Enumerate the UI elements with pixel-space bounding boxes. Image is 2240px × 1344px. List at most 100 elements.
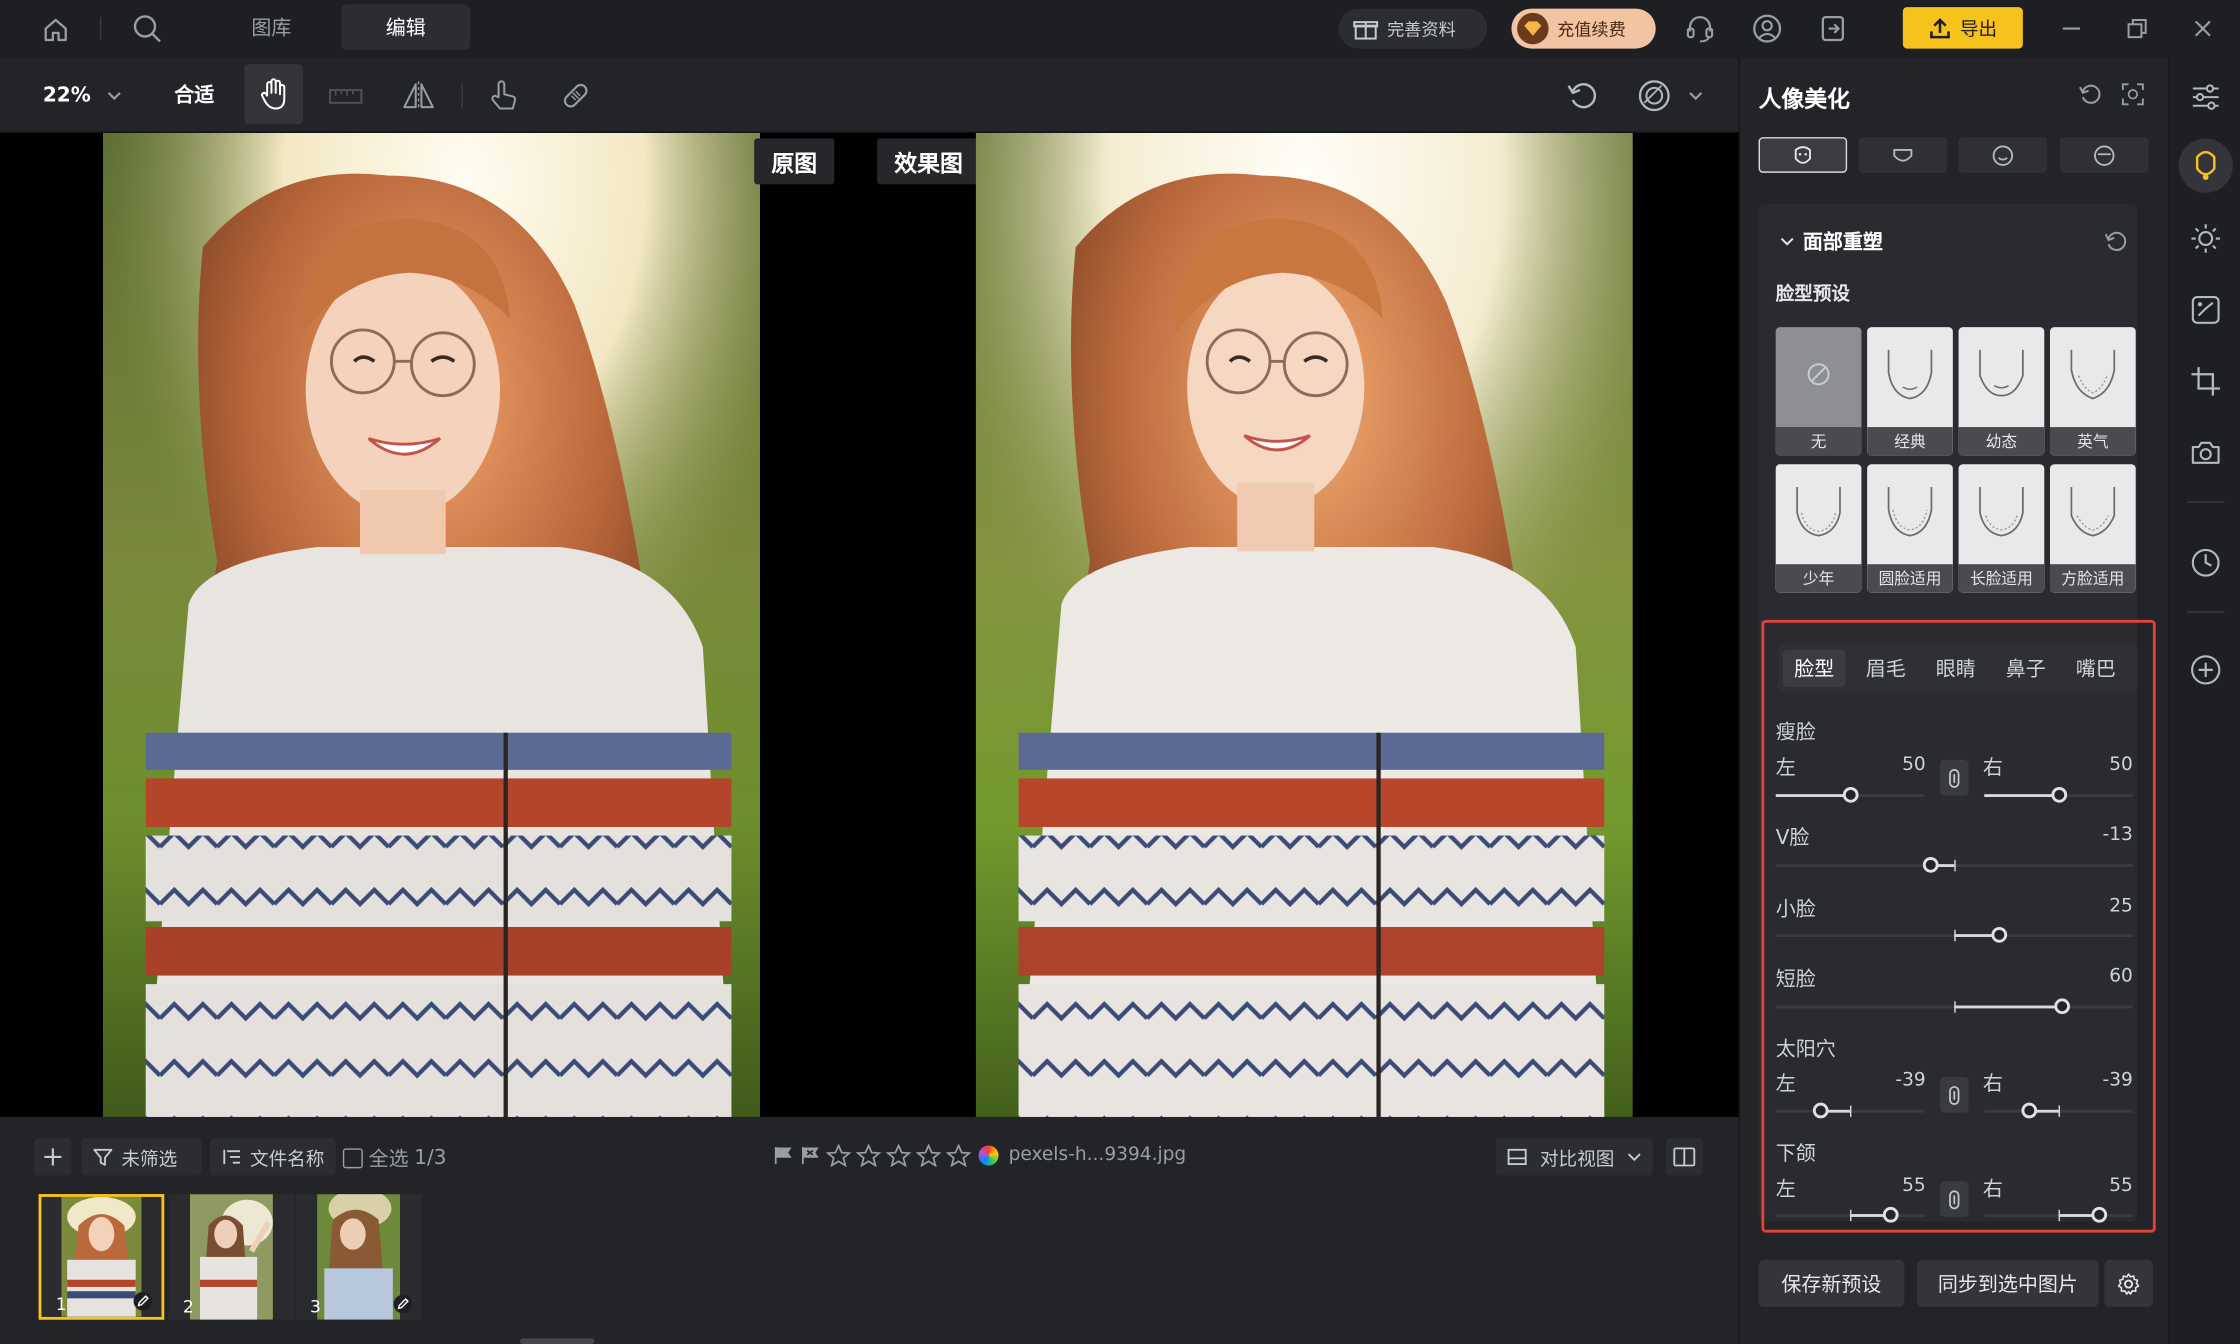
- bandage-icon[interactable]: [556, 76, 596, 116]
- preset-round-face[interactable]: 圆脸适用: [1867, 464, 1953, 593]
- star-icon[interactable]: [915, 1144, 942, 1167]
- search-icon[interactable]: [130, 11, 164, 45]
- preset-none[interactable]: 无: [1775, 327, 1862, 456]
- link-icon[interactable]: [1939, 1076, 1969, 1113]
- compare-overlay-icon[interactable]: [1634, 76, 1674, 116]
- star-icon[interactable]: [855, 1144, 882, 1167]
- color-label-icon[interactable]: [978, 1145, 999, 1166]
- face-detect-icon[interactable]: [2120, 81, 2146, 107]
- sort-button[interactable]: 文件名称: [209, 1138, 336, 1176]
- preset-long-face[interactable]: 长脸适用: [1958, 464, 2045, 593]
- tab-face-shape[interactable]: 脸型: [1782, 649, 1846, 688]
- select-all-checkbox[interactable]: 全选 1/3: [342, 1144, 446, 1173]
- thumbnail-2[interactable]: 2: [168, 1194, 295, 1320]
- import-icon[interactable]: [1816, 11, 1850, 45]
- jaw-left-slider[interactable]: [1775, 1204, 1925, 1227]
- preset-label: 圆脸适用: [1867, 564, 1953, 593]
- preset-heroic[interactable]: 英气: [2049, 327, 2136, 456]
- filter-button[interactable]: 未筛选: [81, 1138, 202, 1176]
- fit-button[interactable]: 合适: [174, 80, 214, 109]
- view-mode-select[interactable]: 对比视图: [1495, 1138, 1653, 1176]
- portrait-beauty-panel: 人像美化 面部重塑 脸型预设 无 经典 幼态 英气 少年 圆脸适用 长脸适用 方…: [1738, 58, 2169, 1344]
- link-icon[interactable]: [1939, 1181, 1969, 1217]
- face-reshape-tab[interactable]: [1758, 137, 1848, 173]
- crop-icon[interactable]: [2187, 363, 2224, 400]
- close-icon[interactable]: [2189, 14, 2218, 43]
- sync-selected-button[interactable]: 同步到选中图片: [1917, 1259, 2099, 1307]
- split-view-icon[interactable]: [1665, 1138, 1703, 1176]
- plus-circle-icon[interactable]: [2187, 651, 2224, 688]
- slider-handle[interactable]: [2050, 787, 2067, 803]
- adjust-icon[interactable]: [2187, 79, 2224, 116]
- small-face-slider[interactable]: [1775, 924, 2133, 947]
- thumbnail-3[interactable]: 3: [295, 1194, 422, 1320]
- slider-handle[interactable]: [1842, 787, 1858, 803]
- minimize-icon[interactable]: [2057, 14, 2086, 43]
- preset-youthful[interactable]: 幼态: [1958, 327, 2045, 456]
- smile-tab[interactable]: [1958, 137, 2048, 173]
- flip-icon[interactable]: [399, 79, 439, 113]
- home-icon[interactable]: [40, 14, 71, 45]
- slider-handle[interactable]: [1882, 1206, 1899, 1223]
- recharge-button[interactable]: 充值续费: [1511, 8, 1656, 49]
- short-face-slider[interactable]: [1775, 996, 2133, 1019]
- hand-tool-icon[interactable]: [244, 64, 303, 125]
- preset-classic[interactable]: 经典: [1867, 327, 1953, 456]
- reject-flag-icon[interactable]: [799, 1146, 822, 1166]
- star-icon[interactable]: [885, 1144, 912, 1167]
- flag-icon[interactable]: [771, 1146, 794, 1166]
- portrait-icon[interactable]: [2187, 147, 2224, 184]
- save-preset-button[interactable]: 保存新预设: [1758, 1259, 1905, 1307]
- slider-handle[interactable]: [2021, 1102, 2038, 1119]
- complete-profile-button[interactable]: 完善资料: [1338, 8, 1488, 49]
- zoom-select[interactable]: 22%: [43, 79, 122, 113]
- user-icon[interactable]: [1750, 11, 1784, 45]
- history-icon[interactable]: [2187, 544, 2224, 581]
- tab-library[interactable]: 图库: [229, 4, 315, 50]
- temple-right-slider[interactable]: [1984, 1100, 2133, 1123]
- tab-eyebrows[interactable]: 眉毛: [1854, 650, 1917, 687]
- v-face-slider[interactable]: [1775, 854, 2133, 877]
- star-icon[interactable]: [825, 1144, 852, 1167]
- temple-left-slider[interactable]: [1775, 1100, 1925, 1123]
- thin-face-left-slider[interactable]: [1775, 784, 1925, 807]
- face-shape-icon: [1793, 481, 1844, 538]
- thin-face-left-value: 50: [1902, 754, 1926, 776]
- tab-mouth[interactable]: 嘴巴: [2064, 650, 2127, 687]
- tab-edit[interactable]: 编辑: [341, 4, 470, 50]
- undo-icon[interactable]: [1563, 76, 1603, 116]
- export-button[interactable]: 导出: [1902, 7, 2023, 49]
- reset-icon[interactable]: [2077, 81, 2103, 107]
- headset-icon[interactable]: [1683, 11, 1717, 45]
- link-icon[interactable]: [1939, 759, 1969, 796]
- section-reset-icon[interactable]: [2103, 229, 2129, 255]
- face-shape-icon: [2067, 481, 2118, 538]
- chevron-down-icon[interactable]: [1684, 86, 1707, 106]
- star-icon[interactable]: [945, 1144, 972, 1167]
- filmstrip-scrollbar[interactable]: [519, 1338, 595, 1344]
- camera-icon[interactable]: [2187, 434, 2224, 471]
- thumbnail-1[interactable]: 1: [38, 1194, 165, 1320]
- slider-handle[interactable]: [2053, 998, 2070, 1015]
- image-edit-icon[interactable]: [2187, 291, 2224, 328]
- image-canvas[interactable]: 原图 原图 效果图: [0, 132, 1739, 1117]
- touch-icon[interactable]: [483, 76, 523, 116]
- skin-tab[interactable]: [1858, 137, 1948, 173]
- preset-square-face[interactable]: 方脸适用: [2049, 464, 2136, 593]
- slider-handle[interactable]: [1813, 1102, 1829, 1119]
- tab-eyes[interactable]: 眼睛: [1924, 650, 1987, 687]
- tab-nose[interactable]: 鼻子: [1994, 650, 2057, 687]
- preset-label: 方脸适用: [2049, 564, 2136, 593]
- slider-handle[interactable]: [2091, 1206, 2108, 1223]
- restore-icon[interactable]: [2123, 14, 2152, 43]
- section-header[interactable]: 面部重塑: [1780, 227, 1883, 256]
- add-icon[interactable]: [34, 1138, 72, 1176]
- slider-handle[interactable]: [1991, 926, 2007, 943]
- sun-icon[interactable]: [2187, 220, 2224, 257]
- jaw-right-slider[interactable]: [1984, 1204, 2133, 1227]
- slider-handle[interactable]: [1923, 856, 1939, 873]
- thin-face-right-slider[interactable]: [1984, 784, 2133, 807]
- preset-boyish[interactable]: 少年: [1775, 464, 1862, 593]
- settings-button[interactable]: [2104, 1259, 2153, 1307]
- makeup-tab[interactable]: [2059, 137, 2149, 173]
